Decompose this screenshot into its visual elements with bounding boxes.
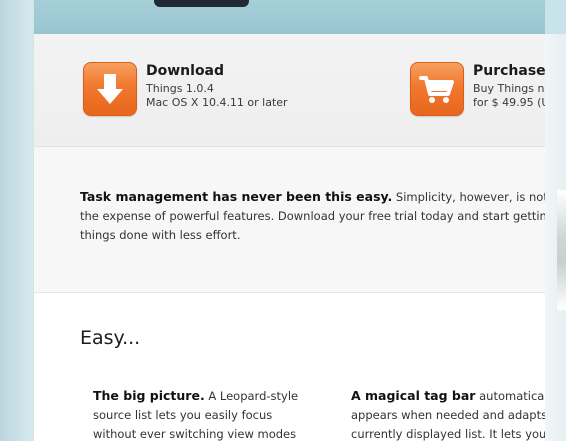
- feature-tag-bar-line3: currently displayed list. It lets you dr…: [351, 427, 566, 441]
- feature-tag-bar: A magical tag bar automatically appears …: [351, 386, 566, 441]
- download-requirement: Mac OS X 10.4.11 or later: [146, 96, 288, 109]
- right-scroll-shadow: [557, 190, 566, 310]
- download-version: Things 1.0.4: [146, 82, 214, 95]
- purchase-title[interactable]: Purchase: [473, 63, 546, 79]
- intro-line2: the expense of powerful features. Downlo…: [80, 209, 566, 223]
- download-arrow-icon[interactable]: [83, 62, 137, 116]
- intro-line1-rest: Simplicity, however, is not achieved: [395, 190, 566, 204]
- feature-big-picture-title: The big picture.: [93, 388, 205, 403]
- right-header-edge: [545, 0, 566, 34]
- download-title[interactable]: Download: [146, 63, 224, 79]
- page-header-band: [34, 0, 566, 35]
- feature-big-picture-line3: without ever switching view modes: [93, 427, 297, 441]
- feature-tag-bar-line2: appears when needed and adapts to th: [351, 408, 566, 422]
- feature-tag-bar-title: A magical tag bar: [351, 388, 476, 403]
- feature-big-picture-line1: A Leopard-style: [204, 389, 299, 403]
- intro-section: Task management has never been this easy…: [34, 147, 566, 293]
- intro-headline: Task management has never been this easy…: [80, 189, 393, 204]
- easy-heading: Easy...: [80, 327, 141, 349]
- feature-big-picture-line2: source list lets you easily focus: [93, 408, 273, 422]
- feature-big-picture: The big picture. A Leopard-style source …: [93, 386, 298, 441]
- browser-viewport: Download Things 1.0.4 Mac OS X 10.4.11 o…: [0, 0, 566, 441]
- intro-text: Task management has never been this easy…: [80, 187, 566, 245]
- easy-section: Easy... The big picture. A Leopard-style…: [34, 293, 566, 441]
- left-background-strip: [0, 0, 34, 441]
- download-purchase-band: Download Things 1.0.4 Mac OS X 10.4.11 o…: [34, 34, 563, 147]
- header-dark-element: [154, 0, 249, 7]
- shopping-cart-icon[interactable]: [410, 62, 464, 116]
- intro-line3: things done with less effort.: [80, 228, 241, 242]
